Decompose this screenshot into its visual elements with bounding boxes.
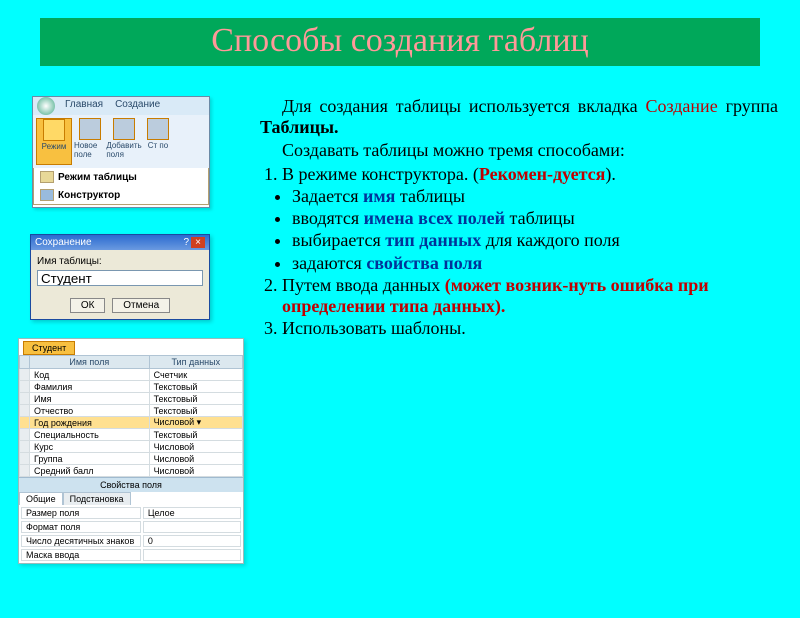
btn-view: Режим xyxy=(36,118,72,165)
props-header: Свойства поля xyxy=(19,477,243,492)
table-row: ФамилияТекстовый xyxy=(20,381,243,393)
tab-home: Главная xyxy=(59,97,109,115)
method-1: В режиме конструктора. (Рекомен-дуется). xyxy=(282,164,778,185)
tab-lookup: Подстановка xyxy=(63,492,131,505)
table-row: КодСчетчик xyxy=(20,369,243,381)
table-row: КурсЧисловой xyxy=(20,441,243,453)
office-orb xyxy=(37,97,55,115)
help-icon: ? xyxy=(183,237,189,248)
table-row: ГруппаЧисловой xyxy=(20,453,243,465)
slide-title: Способы создания таблиц xyxy=(40,18,760,66)
tab-general: Общие xyxy=(19,492,63,505)
table-row: ИмяТекстовый xyxy=(20,393,243,405)
menu-design: Конструктор xyxy=(34,186,208,204)
method-2: Путем ввода данных (может возник-нуть ош… xyxy=(282,275,778,317)
table-row: СпециальностьТекстовый xyxy=(20,429,243,441)
btn-col: Ст по xyxy=(142,118,174,165)
designview-screenshot: Студент Имя поляТип данных КодСчетчикФам… xyxy=(18,338,244,564)
menu-datasheet: Режим таблицы xyxy=(34,168,208,186)
table-row: Средний баллЧисловой xyxy=(20,465,243,477)
table-tab: Студент xyxy=(23,341,75,355)
method-3: Использовать шаблоны. xyxy=(282,318,778,339)
btn-addfields: Добавить поля xyxy=(108,118,140,165)
tab-create: Создание xyxy=(109,97,166,115)
body-text: Для создания таблицы используется вкладк… xyxy=(260,96,778,341)
label-tablename: Имя таблицы: xyxy=(37,256,203,267)
dialog-title: Сохранение xyxy=(35,237,92,248)
btn-newfield: Новое поле xyxy=(74,118,106,165)
ribbon-screenshot: Главная Создание Режим Новое поле Добави… xyxy=(32,96,210,208)
save-dialog: Сохранение ? × Имя таблицы: ОК Отмена xyxy=(30,234,210,320)
cancel-button: Отмена xyxy=(112,298,170,313)
close-icon: × xyxy=(191,237,205,248)
table-row: ОтчествоТекстовый xyxy=(20,405,243,417)
table-row: Год рожденияЧисловой ▾ xyxy=(20,417,243,429)
ok-button: ОК xyxy=(70,298,106,313)
input-tablename xyxy=(37,270,203,286)
